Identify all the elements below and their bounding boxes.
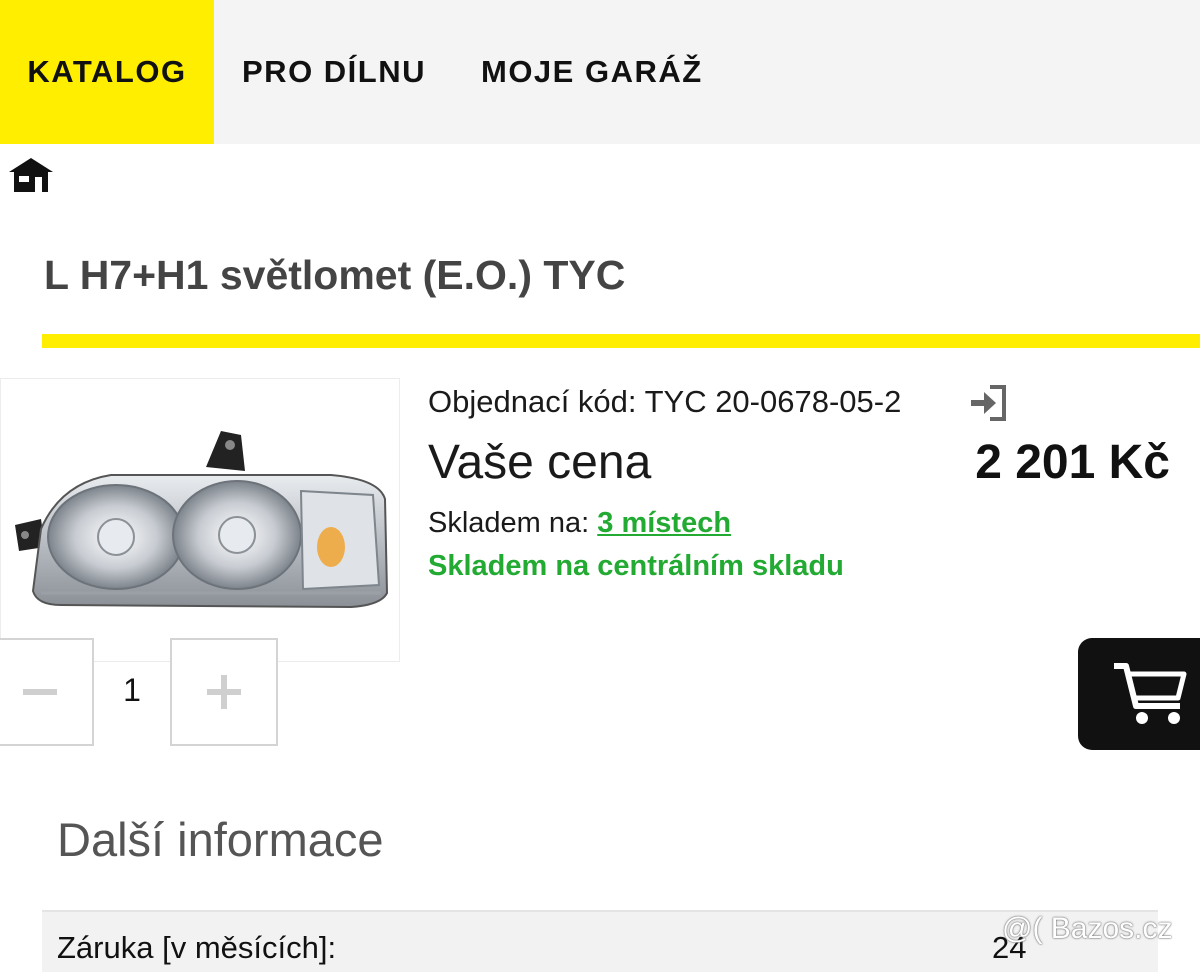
price-label: Vaše cena — [428, 436, 652, 489]
order-code: Objednací kód: TYC 20-0678-05-2 — [428, 384, 902, 419]
tab-pro-dilnu[interactable]: PRO DÍLNU — [242, 0, 426, 144]
watermark: @( Bazos.cz — [1002, 912, 1173, 945]
title-underline — [42, 334, 1200, 348]
login-icon[interactable] — [968, 384, 1008, 422]
home-icon[interactable] — [8, 157, 54, 193]
increase-quantity-button[interactable] — [170, 638, 278, 746]
quantity-value[interactable]: 1 — [100, 672, 164, 709]
page-title: L H7+H1 světlomet (E.O.) TYC — [44, 252, 626, 298]
product-image[interactable] — [0, 378, 400, 662]
cart-icon — [1114, 663, 1187, 724]
decrease-quantity-button[interactable] — [0, 638, 94, 746]
stock-prefix: Skladem na: — [428, 507, 598, 539]
tab-label: KATALOG — [27, 54, 187, 89]
stock-info: Skladem na: 3 místech — [428, 507, 731, 540]
stock-locations-link[interactable]: 3 místech — [597, 507, 731, 539]
price-value: 2 201 Kč — [975, 436, 1170, 489]
headlight-image — [15, 431, 389, 609]
tab-moje-garaz[interactable]: MOJE GARÁŽ — [481, 0, 703, 144]
top-nav: KATALOG PRO DÍLNU MOJE GARÁŽ — [0, 0, 1200, 144]
tab-label: PRO DÍLNU — [242, 54, 426, 89]
tab-label: MOJE GARÁŽ — [481, 54, 703, 89]
plus-icon — [207, 675, 241, 709]
add-to-cart-button[interactable] — [1078, 638, 1200, 750]
central-stock-status: Skladem na centrálním skladu — [428, 550, 844, 582]
more-info-heading: Další informace — [57, 813, 384, 866]
minus-icon — [23, 689, 57, 695]
tab-katalog[interactable]: KATALOG — [0, 0, 214, 144]
